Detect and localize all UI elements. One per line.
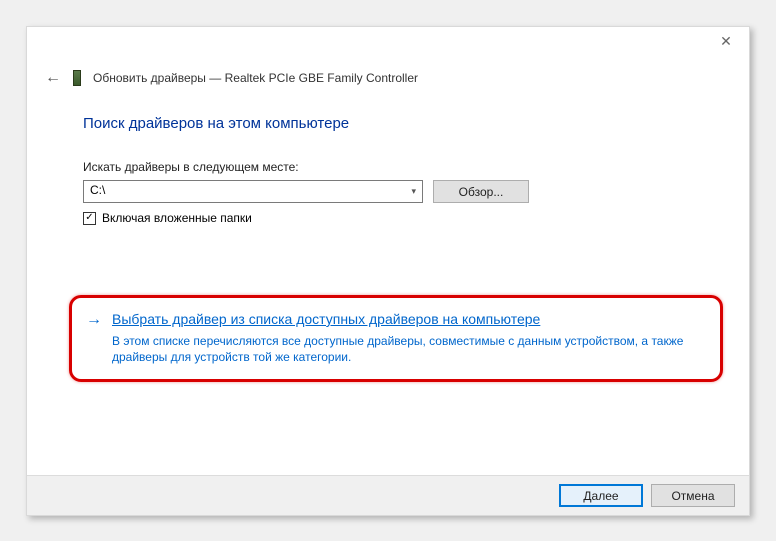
search-location-label: Искать драйверы в следующем месте:	[83, 160, 709, 174]
next-button[interactable]: Далее	[559, 484, 643, 507]
arrow-right-icon: →	[86, 311, 102, 329]
command-head: → Выбрать драйвер из списка доступных др…	[86, 310, 706, 329]
content-area: Поиск драйверов на этом компьютере Искат…	[83, 115, 709, 382]
dialog-title: Обновить драйверы — Realtek PCIe GBE Fam…	[93, 71, 418, 85]
dialog-footer: Далее Отмена	[27, 475, 749, 515]
back-arrow-icon[interactable]: ←	[45, 69, 61, 87]
driver-update-dialog: ✕ ← Обновить драйверы — Realtek PCIe GBE…	[26, 26, 750, 516]
page-heading: Поиск драйверов на этом компьютере	[83, 115, 709, 132]
device-icon	[73, 70, 81, 86]
chevron-down-icon[interactable]: ▾	[411, 186, 416, 197]
path-row: C:\ ▾ Обзор...	[83, 180, 709, 203]
include-subfolders-label: Включая вложенные папки	[102, 211, 252, 225]
command-description: В этом списке перечисляются все доступны…	[112, 333, 706, 365]
close-icon[interactable]: ✕	[711, 33, 741, 53]
include-subfolders-checkbox[interactable]: ✓	[83, 212, 96, 225]
dialog-header: ← Обновить драйверы — Realtek PCIe GBE F…	[45, 69, 418, 87]
cancel-button[interactable]: Отмена	[651, 484, 735, 507]
include-subfolders-row: ✓ Включая вложенные папки	[83, 211, 709, 225]
browse-button[interactable]: Обзор...	[433, 180, 529, 203]
path-combobox[interactable]: C:\ ▾	[83, 180, 423, 203]
command-title: Выбрать драйвер из списка доступных драй…	[112, 310, 540, 329]
pick-from-list-command[interactable]: → Выбрать драйвер из списка доступных др…	[69, 295, 723, 382]
path-value: C:\	[90, 183, 105, 197]
